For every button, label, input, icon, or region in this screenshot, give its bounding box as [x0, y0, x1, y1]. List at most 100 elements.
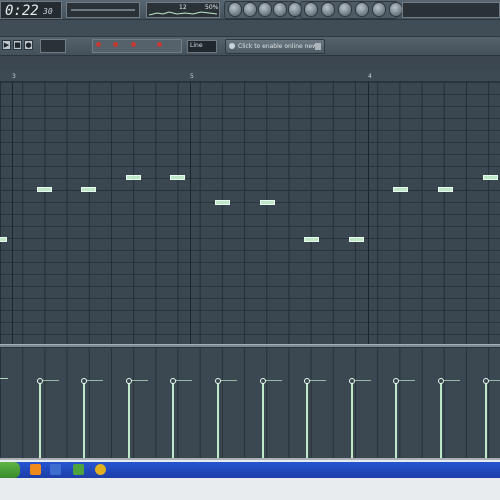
velocity-handle-11[interactable] — [438, 378, 444, 384]
velocity-tail-6 — [221, 380, 237, 381]
tool-icon-3[interactable] — [258, 2, 272, 17]
top-toolbar: 0:22 30 12 50% — [0, 0, 500, 20]
velocity-tail-5 — [176, 380, 193, 381]
song-time-main: 0:22 — [5, 3, 39, 19]
news-icon — [229, 43, 235, 49]
tool-icon-4[interactable] — [273, 2, 287, 17]
fl-studio-window: 0:22 30 12 50% ▶ ■ ● Line Click to enabl… — [0, 0, 500, 500]
piano-roll-grid[interactable] — [0, 82, 500, 344]
velocity-handle-10[interactable] — [393, 378, 400, 384]
velocity-handle-9[interactable] — [348, 378, 355, 384]
tool-marker-1 — [96, 42, 101, 47]
velocity-stem-12[interactable] — [484, 381, 487, 458]
tool-marker-2 — [113, 42, 118, 47]
note-7[interactable] — [259, 199, 275, 205]
snap-selector[interactable]: Line — [187, 40, 217, 53]
velocity-handle-4[interactable] — [125, 378, 132, 384]
velocity-handle-3[interactable] — [81, 378, 88, 384]
octave-line — [0, 190, 500, 191]
note-9[interactable] — [348, 236, 364, 242]
velocity-handle-5[interactable] — [170, 378, 177, 384]
velocity-stem-6[interactable] — [217, 381, 219, 458]
right-panel — [402, 2, 500, 18]
timeline-ruler[interactable]: 3 5 4 — [0, 70, 500, 82]
tool-icon-8[interactable] — [338, 2, 352, 17]
velocity-tail-10 — [399, 380, 416, 381]
vlc-icon[interactable] — [30, 464, 41, 475]
velocity-tail-8 — [310, 380, 327, 381]
note-3[interactable] — [81, 187, 97, 193]
start-button[interactable] — [0, 462, 20, 478]
velocity-stem-4[interactable] — [127, 381, 130, 458]
tool-strip — [92, 39, 182, 53]
level-tick — [0, 378, 8, 379]
tool-marker-4 — [157, 42, 162, 47]
velocity-handle-7[interactable] — [259, 378, 266, 384]
online-news-button[interactable]: Click to enable online news — [225, 39, 325, 54]
velocity-stem-2[interactable] — [38, 381, 41, 458]
tool-icon-2[interactable] — [243, 2, 257, 17]
tool-marker-3 — [131, 42, 136, 47]
tool-icon-6[interactable] — [304, 2, 318, 17]
velocity-stem-11[interactable] — [440, 381, 442, 458]
tool-icon-11[interactable] — [389, 2, 403, 17]
app-icon[interactable] — [73, 464, 84, 475]
ruler-mark-1: 3 — [12, 73, 16, 80]
hint-panel — [66, 2, 140, 18]
note-12[interactable] — [482, 175, 498, 181]
note-4[interactable] — [125, 175, 141, 181]
chrome-icon[interactable] — [95, 464, 106, 475]
ruler-mark-2: 5 — [190, 73, 194, 80]
velocity-tail-11 — [444, 380, 460, 381]
velocity-stem-8[interactable] — [306, 381, 309, 458]
waveform-meter — [149, 11, 218, 16]
play-button[interactable]: ▶ — [2, 40, 11, 50]
note-8[interactable] — [304, 236, 320, 242]
velocity-tail-9 — [354, 380, 371, 381]
song-time-ticks: 30 — [43, 7, 53, 16]
velocity-tail-2 — [42, 380, 59, 381]
velocity-handle-6[interactable] — [215, 378, 221, 384]
tool-icon-10[interactable] — [372, 2, 386, 17]
note-6[interactable] — [215, 199, 230, 205]
velocity-stem-5[interactable] — [172, 381, 175, 458]
news-text: Click to enable online news — [238, 43, 321, 50]
ruler-mark-3: 4 — [368, 73, 372, 80]
stop-button[interactable]: ■ — [13, 40, 22, 50]
velocity-handle-12[interactable] — [482, 378, 489, 384]
snap-label: Line — [190, 42, 203, 49]
velocity-tail-7 — [265, 380, 282, 381]
velocity-stem-9[interactable] — [350, 381, 353, 458]
bar-line-1 — [12, 82, 13, 344]
note-2[interactable] — [36, 187, 52, 193]
bar-line-3 — [368, 82, 369, 344]
record-button[interactable]: ● — [24, 40, 33, 50]
velocity-handle-2[interactable] — [36, 378, 43, 384]
taskbar-area — [0, 458, 500, 500]
velocity-editor[interactable] — [0, 348, 500, 458]
note-11[interactable] — [438, 187, 453, 193]
word-icon[interactable] — [50, 464, 61, 475]
velocity-tail-4 — [131, 380, 148, 381]
hint-bar — [71, 9, 135, 11]
tool-icon-5[interactable] — [288, 2, 302, 17]
pattern-selector[interactable] — [40, 39, 66, 53]
velocity-tail-3 — [87, 380, 104, 381]
taskbar-top-strip — [0, 458, 500, 460]
toolbar-gap — [0, 20, 500, 36]
tool-icon-7[interactable] — [321, 2, 335, 17]
velocity-stem-10[interactable] — [395, 381, 398, 458]
velocity-handle-8[interactable] — [304, 378, 311, 384]
velocity-stem-7[interactable] — [261, 381, 264, 458]
monitor-panel: 12 50% — [146, 2, 220, 18]
velocity-tail-12 — [488, 380, 500, 381]
note-1[interactable] — [0, 236, 7, 242]
news-scroll-icon — [315, 43, 321, 50]
tool-icon-1[interactable] — [228, 2, 242, 17]
piano-roll-toolbar: ▶ ■ ● Line Click to enable online news — [0, 36, 500, 56]
note-5[interactable] — [170, 175, 186, 181]
song-time-display[interactable]: 0:22 30 — [0, 1, 62, 19]
tool-icon-9[interactable] — [355, 2, 369, 17]
velocity-stem-3[interactable] — [83, 381, 86, 458]
note-10[interactable] — [393, 187, 409, 193]
